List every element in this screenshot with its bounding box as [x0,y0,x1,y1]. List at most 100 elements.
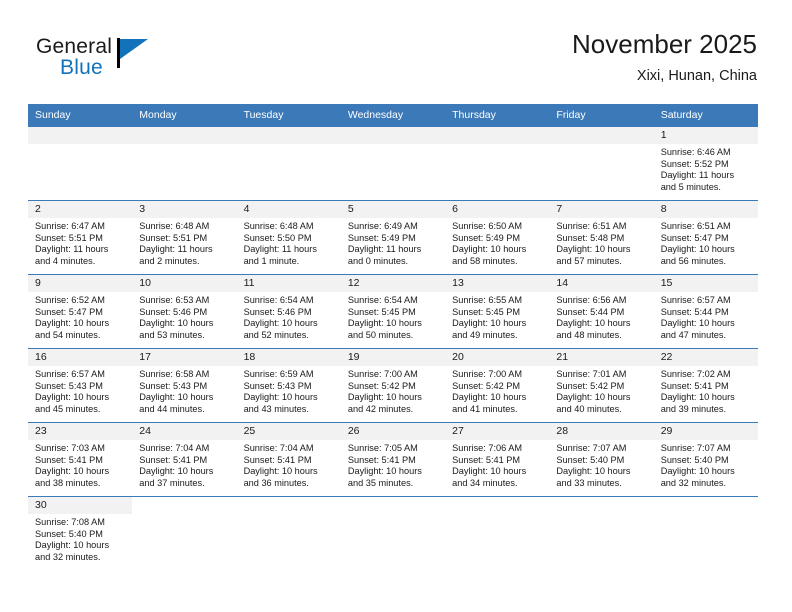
day-daylight1-text: Daylight: 10 hours [35,540,110,551]
day-sunset-text: Sunset: 5:40 PM [35,528,103,539]
calendar-day-cell[interactable]: 15 Sunrise: 6:57 AM Sunset: 5:44 PM Dayligh… [653,274,758,349]
generalblue-logo[interactable]: General Blue [36,36,186,88]
calendar-day-cell[interactable]: 17 Sunrise: 6:58 AM Sunset: 5:43 PM Dayligh… [132,348,237,423]
day-sunrise-text: Sunrise: 7:07 AM [556,443,627,453]
calendar-day-cell[interactable]: 19 Sunrise: 7:00 AM Sunset: 5:42 PM Dayligh… [340,348,446,423]
day-sunset-text: Sunset: 5:46 PM [243,306,312,317]
day-sun-info: Sunrise: 7:04 AM Sunset: 5:41 PM Daylight:… [132,440,236,489]
weekday-header-sunday: Sunday [28,104,133,127]
calendar-week-row: 16 Sunrise: 6:57 AM Sunset: 5:43 PM Dayligh… [28,348,758,423]
day-number: 6 [445,201,550,218]
calendar-day-cell[interactable]: 30 Sunrise: 7:08 AM Sunset: 5:40 PM Dayligh… [28,496,133,571]
day-sunset-text: Sunset: 5:41 PM [139,454,208,465]
calendar-day-cell[interactable]: 27 Sunrise: 7:06 AM Sunset: 5:41 PM Dayligh… [445,422,550,497]
weekday-header-friday: Friday [549,104,654,127]
page-title: November 2025 [572,29,757,59]
calendar-day-cell[interactable]: 9 Sunrise: 6:52 AM Sunset: 5:47 PM Daylight… [28,274,133,349]
calendar-day-cell[interactable]: 5 Sunrise: 6:49 AM Sunset: 5:49 PM Daylight… [340,200,446,275]
day-number [132,497,236,514]
day-sunset-text: Sunset: 5:42 PM [347,380,416,391]
day-daylight2-text: and 42 minutes. [347,403,414,414]
day-sun-info: Sunrise: 6:57 AM Sunset: 5:43 PM Daylight:… [28,366,132,415]
calendar-day-cell[interactable]: 21 Sunrise: 7:01 AM Sunset: 5:42 PM Dayligh… [549,348,654,423]
day-number: 16 [28,349,133,366]
day-sunset-text: Sunset: 5:43 PM [35,380,103,391]
calendar-day-cell[interactable]: 1 Sunrise: 6:46 AM Sunset: 5:52 PM Daylight… [653,126,758,201]
day-number [445,497,549,514]
day-sunset-text: Sunset: 5:41 PM [452,454,521,465]
day-sunrise-text: Sunrise: 7:04 AM [243,443,314,453]
calendar-day-cell[interactable]: 3 Sunrise: 6:48 AM Sunset: 5:51 PM Daylight… [132,200,237,275]
calendar-cell-empty [132,126,237,201]
day-sunset-text: Sunset: 5:40 PM [660,454,729,465]
calendar-day-cell[interactable]: 23 Sunrise: 7:03 AM Sunset: 5:41 PM Dayligh… [28,422,133,497]
day-daylight2-text: and 56 minutes. [660,255,727,266]
calendar-day-cell[interactable]: 28 Sunrise: 7:07 AM Sunset: 5:40 PM Dayligh… [549,422,654,497]
calendar-day-cell[interactable]: 22 Sunrise: 7:02 AM Sunset: 5:41 PM Dayligh… [653,348,758,423]
day-sun-info: Sunrise: 6:46 AM Sunset: 5:52 PM Daylight:… [654,144,758,193]
day-number: 22 [653,349,758,366]
day-number [236,127,341,144]
day-daylight1-text: Daylight: 10 hours [139,392,214,403]
calendar-day-cell[interactable]: 14 Sunrise: 6:56 AM Sunset: 5:44 PM Dayligh… [549,274,654,349]
calendar-day-cell[interactable]: 10 Sunrise: 6:53 AM Sunset: 5:46 PM Dayligh… [132,274,237,349]
day-number: 20 [445,349,550,366]
day-sun-info: Sunrise: 7:00 AM Sunset: 5:42 PM Daylight:… [445,366,549,415]
day-number: 29 [653,423,758,440]
calendar-day-cell[interactable]: 29 Sunrise: 7:07 AM Sunset: 5:40 PM Dayligh… [653,422,758,497]
day-daylight2-text: and 52 minutes. [243,329,309,340]
calendar-week-row: 23 Sunrise: 7:03 AM Sunset: 5:41 PM Dayligh… [28,422,758,497]
calendar-day-cell[interactable]: 2 Sunrise: 6:47 AM Sunset: 5:51 PM Daylight… [28,200,133,275]
calendar-day-cell[interactable]: 20 Sunrise: 7:00 AM Sunset: 5:42 PM Dayligh… [445,348,550,423]
day-daylight2-text: and 58 minutes. [452,255,518,266]
calendar-day-cell[interactable]: 6 Sunrise: 6:50 AM Sunset: 5:49 PM Daylight… [445,200,550,275]
day-daylight2-text: and 45 minutes. [35,403,101,414]
day-daylight2-text: and 1 minute. [243,255,300,266]
calendar-cell-empty [28,126,133,201]
day-number: 10 [132,275,237,292]
day-sun-info: Sunrise: 7:02 AM Sunset: 5:41 PM Daylight:… [654,366,758,415]
day-daylight1-text: Daylight: 11 hours [243,244,317,255]
day-sun-info: Sunrise: 7:08 AM Sunset: 5:40 PM Daylight:… [28,514,132,563]
calendar-cell-empty [653,496,758,571]
day-number: 18 [236,349,341,366]
day-sun-info: Sunrise: 6:54 AM Sunset: 5:46 PM Daylight:… [237,292,341,341]
day-sunrise-text: Sunrise: 6:58 AM [139,369,210,379]
calendar-day-cell[interactable]: 11 Sunrise: 6:54 AM Sunset: 5:46 PM Dayligh… [236,274,341,349]
day-sun-info: Sunrise: 6:56 AM Sunset: 5:44 PM Daylight:… [549,292,653,341]
logo-text-general: General [36,35,113,58]
title-block: November 2025 Xixi, Hunan, China [572,29,757,85]
calendar-week-row: 9 Sunrise: 6:52 AM Sunset: 5:47 PM Daylight… [28,274,758,349]
day-sun-info: Sunrise: 6:52 AM Sunset: 5:47 PM Daylight:… [28,292,132,341]
calendar-day-cell[interactable]: 18 Sunrise: 6:59 AM Sunset: 5:43 PM Dayligh… [236,348,341,423]
day-daylight2-text: and 0 minutes. [347,255,409,266]
calendar-day-cell[interactable]: 24 Sunrise: 7:04 AM Sunset: 5:41 PM Dayligh… [132,422,237,497]
calendar-day-cell[interactable]: 25 Sunrise: 7:04 AM Sunset: 5:41 PM Dayligh… [236,422,341,497]
day-daylight2-text: and 47 minutes. [660,329,727,340]
day-daylight1-text: Daylight: 11 hours [347,244,422,255]
day-daylight1-text: Daylight: 10 hours [660,392,735,403]
calendar-day-cell[interactable]: 16 Sunrise: 6:57 AM Sunset: 5:43 PM Dayligh… [28,348,133,423]
weekday-header-saturday: Saturday [653,104,758,127]
day-daylight1-text: Daylight: 10 hours [347,318,422,329]
calendar-cell-empty [236,126,341,201]
day-number: 25 [236,423,341,440]
calendar-day-cell[interactable]: 7 Sunrise: 6:51 AM Sunset: 5:48 PM Daylight… [549,200,654,275]
calendar-cell-empty [445,496,550,571]
day-sun-info: Sunrise: 6:58 AM Sunset: 5:43 PM Daylight:… [132,366,236,415]
calendar-day-cell[interactable]: 8 Sunrise: 6:51 AM Sunset: 5:47 PM Daylight… [653,200,758,275]
calendar-day-cell[interactable]: 4 Sunrise: 6:48 AM Sunset: 5:50 PM Daylight… [236,200,341,275]
day-number: 1 [653,127,758,144]
calendar-body: 1 Sunrise: 6:46 AM Sunset: 5:52 PM Daylight… [28,126,758,571]
day-sunrise-text: Sunrise: 6:57 AM [35,369,105,379]
day-number: 12 [340,275,446,292]
calendar-day-cell[interactable]: 12 Sunrise: 6:54 AM Sunset: 5:45 PM Dayligh… [340,274,446,349]
day-number: 30 [28,497,133,514]
day-sun-info: Sunrise: 7:01 AM Sunset: 5:42 PM Daylight:… [549,366,653,415]
day-number: 19 [340,349,446,366]
calendar-day-cell[interactable]: 26 Sunrise: 7:05 AM Sunset: 5:41 PM Dayligh… [340,422,446,497]
day-sunrise-text: Sunrise: 6:56 AM [556,295,627,305]
calendar-day-cell[interactable]: 13 Sunrise: 6:55 AM Sunset: 5:45 PM Dayligh… [445,274,550,349]
day-sunset-text: Sunset: 5:48 PM [556,232,625,243]
day-sunset-text: Sunset: 5:44 PM [556,306,625,317]
